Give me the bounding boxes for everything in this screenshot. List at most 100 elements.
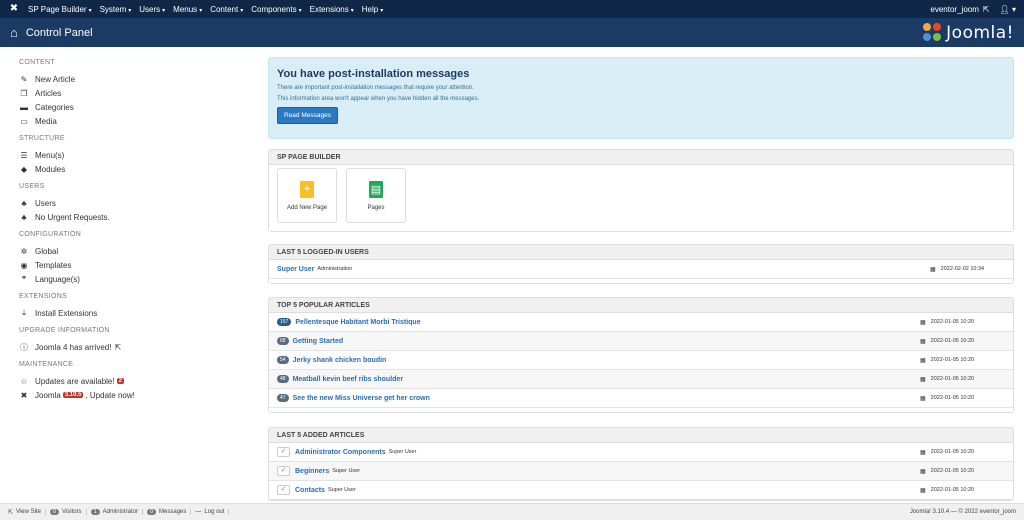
menu-menus[interactable]: Menus ▾	[173, 5, 202, 14]
article-author: Super User	[327, 487, 356, 493]
caret-down-icon: ▾	[298, 7, 302, 14]
hits-badge: 68	[277, 337, 289, 345]
sidebar-item-label: New Article	[35, 74, 76, 84]
caret-down-icon: ▾	[128, 7, 132, 14]
joomla-icon[interactable]: ✖	[8, 3, 20, 15]
menu-users[interactable]: Users ▾	[139, 5, 165, 14]
date-text: 2022-01-05 10:20	[930, 319, 975, 325]
date-cell: ▦ 2022-01-05 10:20	[920, 468, 1005, 475]
sidebar-item-install-extensions[interactable]: ⤓ Install Extensions	[19, 306, 263, 320]
read-messages-button[interactable]: Read Messages	[277, 107, 338, 124]
user-link[interactable]: Super User	[277, 266, 314, 273]
sidebar-item-menus[interactable]: ☰ Menu(s)	[19, 148, 263, 162]
user-client: Administration	[317, 266, 353, 272]
sidebar-item-no-urgent-requests[interactable]: ♣ No Urgent Requests.	[19, 210, 263, 224]
article-link[interactable]: Administrator Components	[295, 449, 386, 456]
sp-page-builder-panel: SP PAGE BUILDER + Add New Page ▤ Pages	[268, 149, 1014, 232]
administrator-status[interactable]: 1 Administrator	[87, 509, 143, 515]
date-text: 2022-01-05 10:20	[930, 376, 975, 382]
sidebar-item-global[interactable]: ✲ Global	[19, 244, 263, 258]
status-label: Visitors	[62, 509, 82, 515]
sidebar-group-content: CONTENT ✎ New Article ❐ Articles ▬ Categori…	[19, 59, 263, 128]
menu-help[interactable]: Help ▾	[362, 5, 383, 14]
joomla-logo-text: Joomla!	[946, 22, 1014, 43]
cube-icon: ◆	[20, 164, 28, 174]
date-text: 2022-01-05 10:20	[930, 357, 975, 363]
sidebar-heading: CONTENT	[19, 59, 55, 66]
home-icon: ⌂	[10, 25, 18, 40]
sidebar-item-joomla4[interactable]: ⓘ Joomla 4 has arrived! ⇱	[19, 340, 263, 354]
alert-title: You have post-installation messages	[277, 68, 470, 80]
sidebar-item-users[interactable]: ♣ Users	[19, 196, 263, 210]
calendar-icon: ▦	[920, 468, 926, 475]
table-row: 68 Getting Started ▦ 2022-01-05 10:20	[269, 332, 1013, 351]
sidebar-item-new-article[interactable]: ✎ New Article	[19, 72, 263, 86]
add-new-page-tile[interactable]: + Add New Page	[277, 168, 337, 223]
sidebar-item-media[interactable]: ▭ Media	[19, 114, 263, 128]
sidebar-group-extensions: EXTENSIONS ⤓ Install Extensions	[19, 293, 263, 320]
article-link[interactable]: Meatball kevin beef ribs shoulder	[293, 376, 403, 383]
sidebar-item-joomla-update[interactable]: ✖ Joomla 3.10.5, Update now!	[19, 388, 263, 402]
published-check-icon[interactable]: ✓	[277, 485, 290, 495]
sidebar-item-label: Joomla	[35, 390, 61, 400]
caret-down-icon: ▾	[199, 7, 203, 14]
sidebar-group-maintenance: MAINTENANCE ☆ Updates are available! 2 ✖ Jo…	[19, 361, 263, 402]
visitors-status[interactable]: 0 Visitors	[46, 509, 87, 515]
sidebar-item-articles[interactable]: ❐ Articles	[19, 86, 263, 100]
user-icon[interactable]: 👤︎ ▾	[1000, 5, 1016, 14]
hits-badge: 54	[277, 356, 289, 364]
logout-link[interactable]: — Log out	[191, 509, 230, 515]
alert-text: There are important post-installation me…	[277, 85, 474, 91]
status-bar: ⇱ View Site 0 Visitors 1 Administrator 0 Mes…	[0, 503, 1024, 520]
sidebar-item-templates[interactable]: ◉ Templates	[19, 258, 263, 272]
calendar-icon: ▦	[920, 487, 926, 494]
sidebar-item-categories[interactable]: ▬ Categories	[19, 100, 263, 114]
sidebar-item-languages[interactable]: ❞ Language(s)	[19, 272, 263, 286]
status-label: View Site	[16, 509, 41, 515]
messages-status[interactable]: 0 Messages	[143, 509, 192, 515]
article-author: Super User	[388, 449, 417, 455]
menu-components[interactable]: Components ▾	[251, 5, 301, 14]
panel-header: SP PAGE BUILDER	[269, 150, 1013, 165]
pages-tile[interactable]: ▤ Pages	[346, 168, 406, 223]
sidebar-item-label: Menu(s)	[35, 150, 65, 160]
page-header: ⌂ Control Panel Joomla!	[0, 18, 1024, 47]
site-name-link[interactable]: eventor_joom	[930, 5, 978, 14]
sidebar-item-label: Updates are available!	[35, 376, 115, 386]
date-text: 2022-02-02 10:34	[940, 266, 985, 272]
sidebar-item-modules[interactable]: ◆ Modules	[19, 162, 263, 176]
menu-sp-page-builder[interactable]: SP Page Builder ▾	[28, 5, 92, 14]
article-link[interactable]: Contacts	[295, 487, 325, 494]
sidebar-heading: CONFIGURATION	[19, 231, 82, 238]
calendar-icon: ▦	[920, 395, 926, 402]
joomla-logo[interactable]: Joomla!	[923, 22, 1014, 43]
external-link-icon: ⇱	[8, 509, 14, 516]
pages-icon: ▤	[369, 180, 383, 198]
menu-system[interactable]: System ▾	[100, 5, 132, 14]
sidebar-group-upgrade: UPGRADE INFORMATION ⓘ Joomla 4 has arrive…	[19, 327, 263, 354]
table-row: 47 See the new Miss Universe get her crow…	[269, 389, 1013, 408]
caret-down-icon: ▾	[162, 7, 166, 14]
view-site-link[interactable]: ⇱ View Site	[4, 508, 46, 516]
sidebar-item-label: No Urgent Requests.	[35, 212, 110, 222]
menu-content[interactable]: Content ▾	[210, 5, 243, 14]
panel-header: TOP 5 POPULAR ARTICLES	[269, 298, 1013, 313]
article-link[interactable]: Getting Started	[293, 338, 344, 345]
image-icon: ▭	[20, 116, 28, 126]
article-link[interactable]: Pellentesque Habitant Morbi Tristique	[295, 319, 420, 326]
sidebar-item-updates-available[interactable]: ☆ Updates are available! 2	[19, 374, 263, 388]
article-link[interactable]: Beginners	[295, 468, 329, 475]
menu-extensions[interactable]: Extensions ▾	[310, 5, 354, 14]
article-link[interactable]: Jerky shank chicken boudin	[293, 357, 387, 364]
spb-tiles: + Add New Page ▤ Pages	[269, 165, 1013, 231]
version-text: Joomla! 3.10.4 — © 2022 eventor_joom	[909, 509, 1016, 515]
published-check-icon[interactable]: ✓	[277, 447, 290, 457]
sidebar-item-label: , Update now!	[85, 390, 135, 400]
calendar-icon: ▦	[920, 357, 926, 364]
sidebar-item-label: Templates	[35, 260, 72, 270]
status-label: Log out	[204, 509, 225, 515]
status-label: Messages	[159, 509, 187, 515]
calendar-icon: ▦	[920, 449, 926, 456]
article-link[interactable]: See the new Miss Universe get her crown	[293, 395, 430, 402]
published-check-icon[interactable]: ✓	[277, 466, 290, 476]
